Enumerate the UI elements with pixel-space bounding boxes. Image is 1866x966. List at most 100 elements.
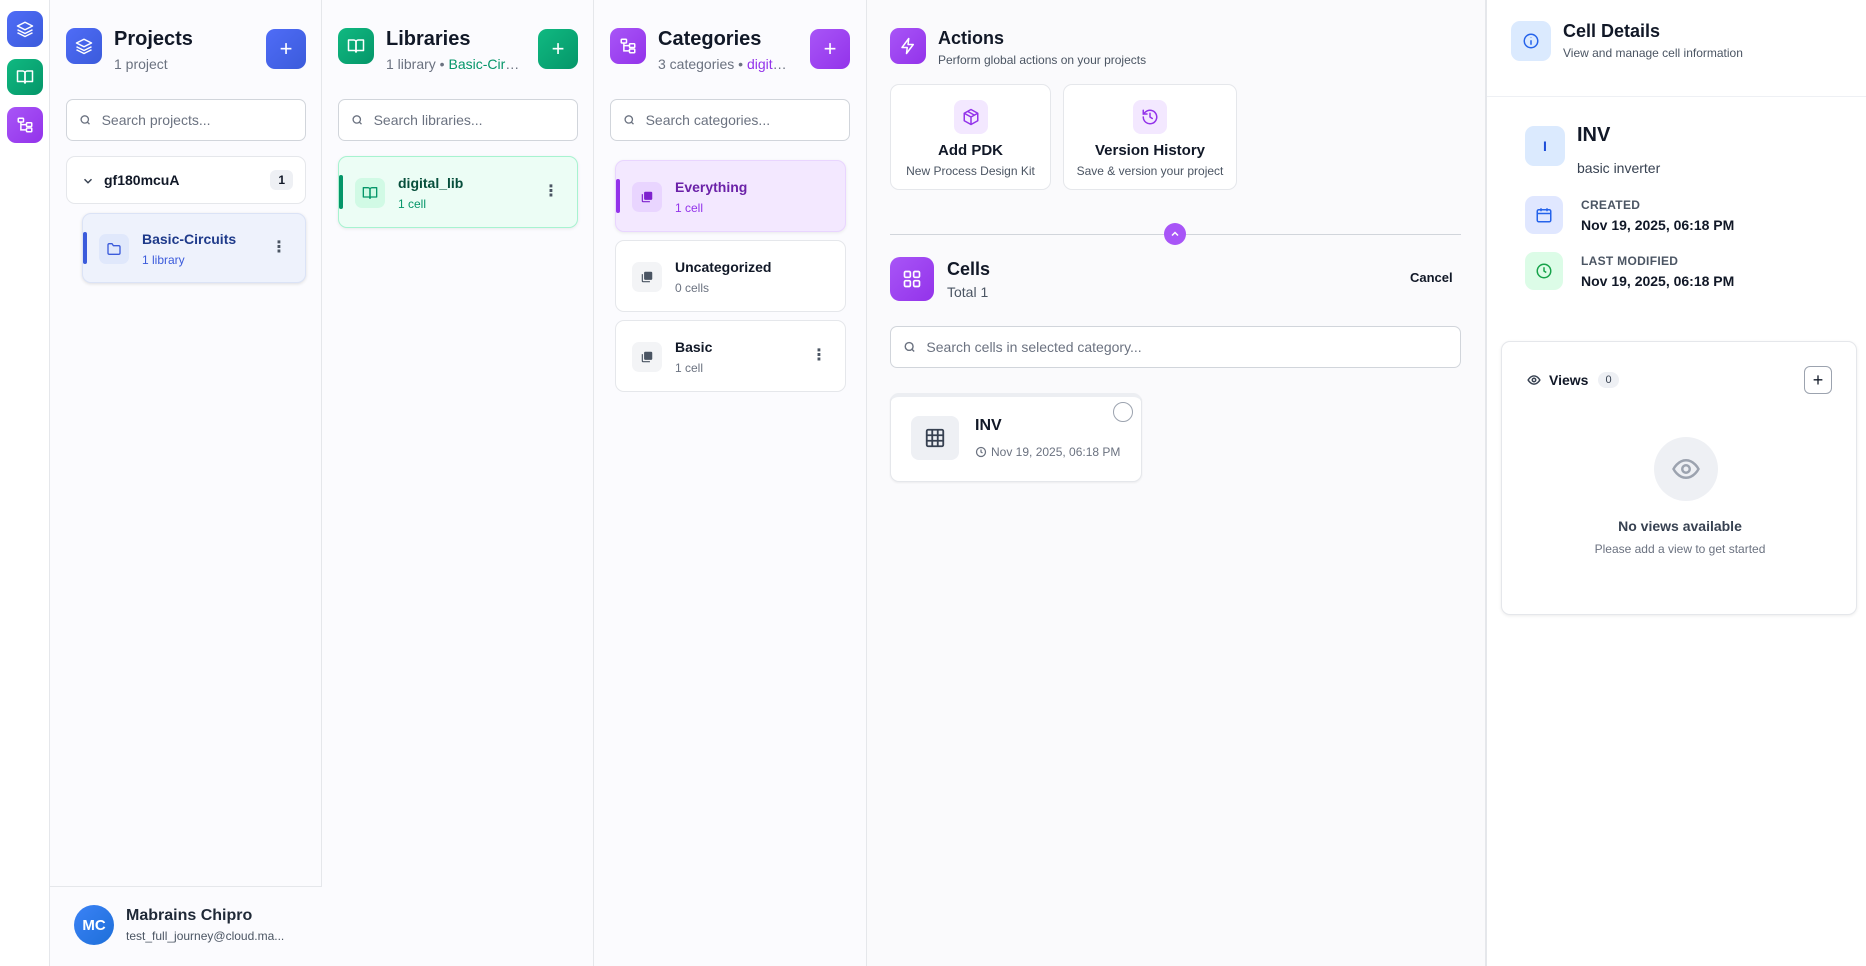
libraries-count: 1 library • Basic-Circuits bbox=[386, 56, 521, 72]
cell-name: INV bbox=[1577, 124, 1611, 146]
tree-icon bbox=[17, 117, 33, 133]
category-item-subtitle: 0 cells bbox=[675, 281, 710, 295]
grid-icon bbox=[890, 257, 934, 301]
selection-accent bbox=[616, 179, 620, 213]
add-category-button[interactable]: + bbox=[810, 29, 850, 69]
layers-icon bbox=[16, 21, 34, 38]
add-pdk-subtitle: New Process Design Kit bbox=[906, 164, 1035, 178]
version-history-title: Version History bbox=[1094, 142, 1206, 159]
cell-initial-badge: I bbox=[1525, 126, 1565, 166]
search-icon bbox=[80, 115, 90, 125]
chevron-up-icon bbox=[1171, 231, 1179, 237]
add-pdk-card[interactable]: Add PDK New Process Design Kit bbox=[890, 84, 1051, 190]
more-vertical-icon[interactable]: ⋮ bbox=[271, 240, 287, 256]
categories-search bbox=[610, 99, 850, 141]
created-label: CREATED bbox=[1581, 197, 1641, 212]
views-card: Views 0 + No views available Please add … bbox=[1501, 341, 1857, 615]
user-name: Mabrains Chipro bbox=[126, 907, 253, 924]
project-item-title: Basic-Circuits bbox=[142, 231, 237, 247]
empty-views-title: No views available bbox=[1618, 518, 1742, 534]
category-item-title: Uncategorized bbox=[675, 259, 772, 275]
last-modified-row: LAST MODIFIED Nov 19, 2025, 06:18 PM bbox=[1525, 252, 1734, 290]
project-group-name: gf180mcuA bbox=[104, 172, 180, 188]
library-item-digital-lib[interactable]: digital_lib 1 cell ⋮ bbox=[338, 156, 578, 228]
actions-title: Actions bbox=[938, 28, 1005, 48]
library-stack-icon bbox=[632, 342, 662, 372]
category-item-subtitle: 1 cell bbox=[675, 201, 704, 215]
projects-count: 1 project bbox=[114, 56, 168, 72]
cell-details-panel: Cell Details View and manage cell inform… bbox=[1486, 0, 1866, 966]
cell-card-timestamp: Nov 19, 2025, 06:18 PM bbox=[991, 445, 1121, 459]
last-modified-value: Nov 19, 2025, 06:18 PM bbox=[1581, 272, 1735, 289]
rail-libraries-button[interactable] bbox=[7, 59, 43, 95]
project-group-gf180mcua[interactable]: gf180mcuA 1 bbox=[66, 156, 306, 204]
tree-icon bbox=[610, 28, 646, 64]
created-value: Nov 19, 2025, 06:18 PM bbox=[1581, 216, 1735, 233]
more-vertical-icon[interactable]: ⋮ bbox=[811, 348, 827, 364]
actions-subtitle: Perform global actions on your projects bbox=[938, 53, 1147, 67]
clock-icon bbox=[1525, 252, 1563, 290]
book-icon bbox=[16, 70, 34, 84]
cell-select-checkbox[interactable] bbox=[1113, 402, 1133, 422]
category-item-uncategorized[interactable]: Uncategorized 0 cells bbox=[615, 240, 846, 312]
search-projects-input[interactable] bbox=[101, 112, 305, 128]
table-icon bbox=[911, 416, 959, 460]
user-profile[interactable]: MC Mabrains Chipro test_full_journey@clo… bbox=[50, 886, 322, 966]
eye-icon bbox=[1654, 437, 1718, 501]
collapse-actions-button[interactable] bbox=[1164, 223, 1186, 245]
history-icon bbox=[1133, 100, 1167, 134]
book-icon bbox=[338, 28, 374, 64]
clock-icon bbox=[975, 446, 987, 458]
user-email: test_full_journey@cloud.ma... bbox=[126, 929, 285, 943]
library-item-title: digital_lib bbox=[398, 175, 464, 191]
version-history-card[interactable]: Version History Save & version your proj… bbox=[1063, 84, 1237, 190]
last-modified-label: LAST MODIFIED bbox=[1581, 253, 1679, 268]
search-icon bbox=[624, 115, 634, 125]
projects-title: Projects bbox=[114, 28, 193, 50]
search-libraries-input[interactable] bbox=[373, 112, 577, 128]
add-library-button[interactable]: + bbox=[538, 29, 578, 69]
package-icon bbox=[953, 100, 988, 134]
cell-card-inv[interactable]: INV Nov 19, 2025, 06:18 PM bbox=[890, 393, 1142, 482]
add-view-button[interactable]: + bbox=[1804, 366, 1832, 394]
categories-header: Categories 3 categories • digital_lib bbox=[610, 28, 793, 72]
categories-title: Categories bbox=[658, 28, 762, 50]
projects-search bbox=[66, 99, 306, 141]
book-icon bbox=[355, 178, 385, 208]
rail-projects-button[interactable] bbox=[7, 11, 43, 47]
zap-icon bbox=[890, 28, 926, 64]
cells-total: Total 1 bbox=[947, 283, 989, 300]
layers-icon bbox=[66, 28, 102, 64]
search-icon bbox=[904, 341, 915, 352]
category-item-basic[interactable]: Basic 1 cell ⋮ bbox=[615, 320, 846, 392]
cell-details-header: Cell Details View and manage cell inform… bbox=[1511, 21, 1743, 61]
divider bbox=[1487, 96, 1866, 97]
more-vertical-icon[interactable]: ⋮ bbox=[543, 184, 559, 200]
project-item-subtitle: 1 library bbox=[142, 253, 185, 267]
project-item-basic-circuits[interactable]: Basic-Circuits 1 library ⋮ bbox=[82, 213, 306, 283]
library-stack-icon bbox=[632, 262, 662, 292]
category-item-title: Basic bbox=[675, 339, 713, 355]
app-rail bbox=[0, 0, 50, 966]
search-categories-input[interactable] bbox=[645, 112, 849, 128]
actions-header: Actions Perform global actions on your p… bbox=[890, 28, 1146, 67]
categories-count-text: 3 categories • bbox=[658, 56, 747, 72]
categories-count: 3 categories • digital_lib bbox=[658, 56, 793, 72]
search-cells-input[interactable] bbox=[926, 339, 1460, 355]
cancel-button[interactable]: Cancel bbox=[1410, 270, 1453, 285]
projects-header: Projects 1 project bbox=[66, 28, 193, 72]
views-header: Views 0 bbox=[1527, 372, 1619, 388]
rail-categories-button[interactable] bbox=[7, 107, 43, 143]
selection-accent bbox=[339, 175, 343, 209]
category-item-subtitle: 1 cell bbox=[675, 361, 704, 375]
add-project-button[interactable]: + bbox=[266, 29, 306, 69]
category-item-everything[interactable]: Everything 1 cell bbox=[615, 160, 846, 232]
created-row: CREATED Nov 19, 2025, 06:18 PM bbox=[1525, 196, 1734, 234]
search-icon bbox=[352, 115, 362, 125]
empty-views-subtitle: Please add a view to get started bbox=[1594, 542, 1766, 556]
add-pdk-title: Add PDK bbox=[938, 142, 1003, 159]
cell-details-subtitle: View and manage cell information bbox=[1563, 46, 1743, 60]
projects-panel: Projects 1 project + gf180mcuA 1 Basic-C… bbox=[50, 0, 322, 966]
version-history-subtitle: Save & version your project bbox=[1076, 164, 1224, 178]
selected-project-name: Basic-Circuits bbox=[448, 56, 521, 72]
